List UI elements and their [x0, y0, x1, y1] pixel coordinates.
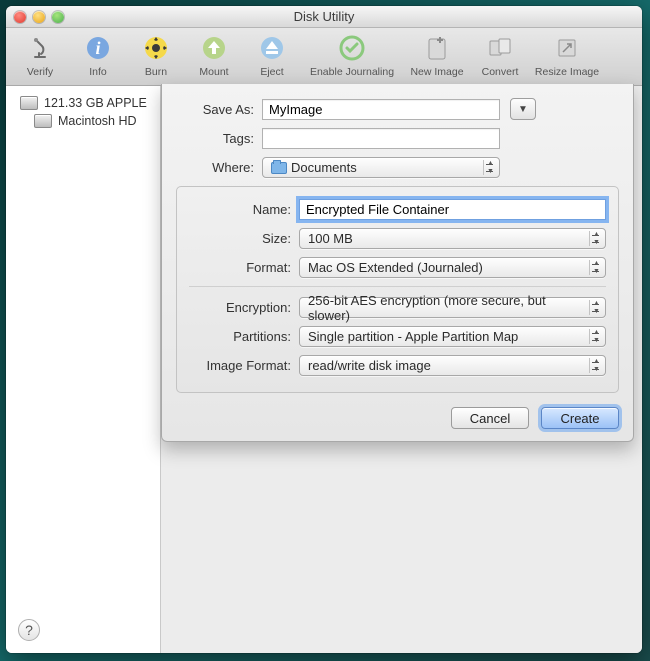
- new-image-icon: [404, 32, 470, 64]
- burn-icon: [128, 32, 184, 64]
- sidebar-volume[interactable]: Macintosh HD: [6, 112, 160, 130]
- toolbar-label: Verify: [27, 66, 53, 78]
- toolbar-new-image[interactable]: New Image: [404, 32, 470, 78]
- cancel-label: Cancel: [470, 411, 510, 426]
- convert-icon: [472, 32, 528, 64]
- format-popup[interactable]: Mac OS Extended (Journaled) ▲▼: [299, 257, 606, 278]
- toolbar-label: Mount: [199, 66, 228, 78]
- toolbar-mount[interactable]: Mount: [186, 32, 242, 78]
- sidebar-disk-label: 121.33 GB APPLE: [44, 96, 147, 110]
- toolbar-label: New Image: [410, 66, 463, 78]
- toolbar-verify[interactable]: Verify: [12, 32, 68, 78]
- save-as-label: Save As:: [176, 102, 254, 117]
- sheet-footer: Cancel Create: [176, 407, 619, 429]
- resize-icon: [530, 32, 604, 64]
- popup-stepper-icon: ▲▼: [483, 160, 497, 175]
- where-label: Where:: [176, 160, 254, 175]
- size-value: 100 MB: [308, 231, 353, 246]
- where-value: Documents: [291, 160, 357, 175]
- new-image-sheet: Save As: ▼ Tags: Where: Documents ▲▼: [161, 84, 634, 442]
- name-label: Name:: [189, 202, 291, 217]
- create-label: Create: [560, 411, 599, 426]
- tags-label: Tags:: [176, 131, 254, 146]
- partitions-label: Partitions:: [189, 329, 291, 344]
- chevron-down-icon: ▼: [518, 104, 528, 115]
- minimize-window-button[interactable]: [33, 11, 45, 23]
- name-input[interactable]: [299, 199, 606, 220]
- size-popup[interactable]: 100 MB ▲▼: [299, 228, 606, 249]
- toolbar-label: Burn: [145, 66, 167, 78]
- toolbar-burn[interactable]: Burn: [128, 32, 184, 78]
- svg-text:i: i: [95, 38, 100, 58]
- image-format-value: read/write disk image: [308, 358, 431, 373]
- volume-icon: [34, 114, 52, 128]
- app-window: Disk Utility Verify i Info Burn Mount: [6, 6, 642, 653]
- popup-stepper-icon: ▲▼: [589, 231, 603, 246]
- eject-icon: [244, 32, 300, 64]
- popup-stepper-icon: ▲▼: [589, 329, 603, 344]
- help-button[interactable]: ?: [18, 619, 40, 641]
- window-title: Disk Utility: [294, 9, 355, 24]
- folder-icon: [271, 162, 287, 174]
- encryption-label: Encryption:: [189, 300, 291, 315]
- mount-icon: [186, 32, 242, 64]
- toolbar-label: Convert: [482, 66, 519, 78]
- partitions-popup[interactable]: Single partition - Apple Partition Map ▲…: [299, 326, 606, 347]
- format-value: Mac OS Extended (Journaled): [308, 260, 483, 275]
- image-options-panel: Name: Size: 100 MB ▲▼ Format: Mac OS E: [176, 186, 619, 393]
- size-label: Size:: [189, 231, 291, 246]
- close-window-button[interactable]: [14, 11, 26, 23]
- help-icon: ?: [25, 622, 33, 638]
- image-format-popup[interactable]: read/write disk image ▲▼: [299, 355, 606, 376]
- encryption-popup[interactable]: 256-bit AES encryption (more secure, but…: [299, 297, 606, 318]
- tags-input[interactable]: [262, 128, 500, 149]
- toolbar: Verify i Info Burn Mount Eject: [6, 28, 642, 86]
- main-panel: Save As: ▼ Tags: Where: Documents ▲▼: [161, 86, 642, 653]
- info-icon: i: [70, 32, 126, 64]
- content-area: 121.33 GB APPLE Macintosh HD Save As: ▼ …: [6, 86, 642, 653]
- toolbar-label: Resize Image: [535, 66, 599, 78]
- disk-icon: [20, 96, 38, 110]
- toolbar-info[interactable]: i Info: [70, 32, 126, 78]
- sidebar-disk[interactable]: 121.33 GB APPLE: [6, 94, 160, 112]
- image-format-label: Image Format:: [189, 358, 291, 373]
- encryption-value: 256-bit AES encryption (more secure, but…: [308, 293, 587, 323]
- toolbar-enable-journaling[interactable]: Enable Journaling: [302, 32, 402, 78]
- format-label: Format:: [189, 260, 291, 275]
- popup-stepper-icon: ▲▼: [589, 300, 603, 315]
- traffic-lights: [14, 11, 64, 23]
- sidebar-volume-label: Macintosh HD: [58, 114, 137, 128]
- divider: [189, 286, 606, 287]
- reveal-location-button[interactable]: ▼: [510, 98, 536, 120]
- partitions-value: Single partition - Apple Partition Map: [308, 329, 518, 344]
- toolbar-convert[interactable]: Convert: [472, 32, 528, 78]
- titlebar: Disk Utility: [6, 6, 642, 28]
- where-popup[interactable]: Documents ▲▼: [262, 157, 500, 178]
- toolbar-label: Eject: [260, 66, 283, 78]
- popup-stepper-icon: ▲▼: [589, 358, 603, 373]
- toolbar-resize-image[interactable]: Resize Image: [530, 32, 604, 78]
- toolbar-label: Enable Journaling: [310, 66, 394, 78]
- toolbar-eject[interactable]: Eject: [244, 32, 300, 78]
- cancel-button[interactable]: Cancel: [451, 407, 529, 429]
- create-button[interactable]: Create: [541, 407, 619, 429]
- sidebar: 121.33 GB APPLE Macintosh HD: [6, 86, 161, 653]
- save-as-input[interactable]: [262, 99, 500, 120]
- zoom-window-button[interactable]: [52, 11, 64, 23]
- popup-stepper-icon: ▲▼: [589, 260, 603, 275]
- journaling-icon: [302, 32, 402, 64]
- toolbar-label: Info: [89, 66, 107, 78]
- microscope-icon: [12, 32, 68, 64]
